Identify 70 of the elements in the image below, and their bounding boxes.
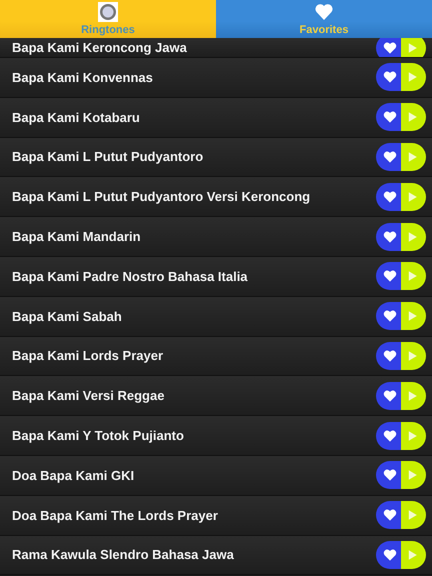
ringtone-title: Doa Bapa Kami The Lords Prayer: [12, 508, 218, 523]
favorite-button[interactable]: [376, 103, 401, 132]
heart-icon: [314, 2, 334, 22]
list-item[interactable]: Bapa Kami Y Totok Pujianto: [0, 416, 432, 456]
heart-icon: [382, 268, 398, 284]
favorite-button[interactable]: [376, 461, 401, 490]
ringtone-title: Bapa Kami Sabah: [12, 308, 122, 324]
ringtone-title: Bapa Kami L Putut Pudyantoro Versi Keroncong: [12, 189, 310, 204]
heart-icon: [382, 467, 398, 484]
favorite-button[interactable]: [376, 342, 401, 370]
ringtone-title: Bapa Kami Padre Nostro Bahasa Italia: [12, 268, 248, 284]
list-item[interactable]: Bapa Kami Padre Nostro Bahasa Italia: [0, 256, 432, 297]
ringtone-title: Bapa Kami Keroncong Jawa: [12, 40, 187, 55]
play-button[interactable]: [401, 63, 426, 92]
list-item[interactable]: Bapa Kami Sabah: [0, 296, 432, 337]
favorite-button[interactable]: [376, 382, 401, 410]
list-item[interactable]: Doa Bapa Kami The Lords Prayer: [0, 496, 432, 536]
list-item[interactable]: Rama Kawula Slendro Bahasa Jawa: [0, 536, 432, 576]
list-item[interactable]: Bapa Kami Versi Reggae: [0, 376, 432, 416]
play-button[interactable]: [401, 142, 426, 171]
play-button[interactable]: [401, 382, 426, 410]
heart-icon: [382, 69, 398, 86]
heart-icon: [382, 428, 398, 444]
heart-icon: [382, 109, 398, 126]
play-button[interactable]: [401, 262, 426, 290]
favorite-button[interactable]: [376, 142, 401, 171]
list-item[interactable]: Bapa Kami L Putut Pudyantoro Versi Keroncong: [0, 177, 432, 218]
ringtone-title: Bapa Kami Konvennas: [12, 70, 153, 85]
play-button[interactable]: [401, 461, 426, 490]
list-item[interactable]: Bapa Kami Keroncong Jawa: [0, 38, 432, 58]
heart-icon: [382, 308, 398, 324]
list-item[interactable]: Bapa Kami L Putut Pudyantoro: [0, 138, 432, 178]
play-button[interactable]: [401, 342, 426, 370]
favorite-button[interactable]: [376, 302, 401, 330]
heart-icon: [382, 228, 398, 245]
list-item[interactable]: Bapa Kami Kotabaru: [0, 98, 432, 138]
favorite-button[interactable]: [376, 501, 401, 530]
heart-icon: [382, 348, 398, 364]
ringtone-title: Bapa Kami Lords Prayer: [12, 348, 164, 364]
ringtone-title: Bapa Kami Y Totok Pujianto: [12, 428, 184, 444]
badge-icon: [98, 2, 118, 22]
favorite-button[interactable]: [376, 422, 401, 450]
play-button[interactable]: [401, 103, 426, 132]
play-button[interactable]: [401, 422, 426, 450]
ringtone-title: Rama Kawula Slendro Bahasa Jawa: [12, 547, 234, 562]
favorite-button[interactable]: [376, 540, 401, 569]
play-button[interactable]: [401, 182, 426, 211]
heart-icon: [382, 507, 398, 524]
play-button[interactable]: [401, 540, 426, 569]
play-button[interactable]: [401, 222, 426, 251]
heart-icon: [382, 148, 398, 165]
ringtone-title: Bapa Kami L Putut Pudyantoro: [12, 149, 204, 164]
ringtone-title: Bapa Kami Mandarin: [12, 229, 141, 244]
ringtone-title: Bapa Kami Kotabaru: [12, 110, 140, 125]
ringtone-title: Doa Bapa Kami GKI: [12, 468, 134, 483]
favorite-button[interactable]: [376, 182, 401, 211]
play-button[interactable]: [401, 302, 426, 330]
heart-icon: [382, 188, 398, 205]
favorite-button[interactable]: [376, 63, 401, 92]
list-item[interactable]: Bapa Kami Mandarin: [0, 217, 432, 257]
list-item[interactable]: Bapa Kami Konvennas: [0, 58, 432, 98]
list-item[interactable]: Doa Bapa Kami GKI: [0, 456, 432, 496]
favorite-button[interactable]: [376, 262, 401, 290]
heart-icon: [382, 388, 398, 404]
favorite-button[interactable]: [376, 222, 401, 251]
heart-icon: [382, 40, 398, 56]
ringtone-title: Bapa Kami Versi Reggae: [12, 388, 164, 404]
heart-icon: [382, 546, 398, 563]
list-item[interactable]: Bapa Kami Lords Prayer: [0, 336, 432, 376]
play-button[interactable]: [401, 501, 426, 530]
